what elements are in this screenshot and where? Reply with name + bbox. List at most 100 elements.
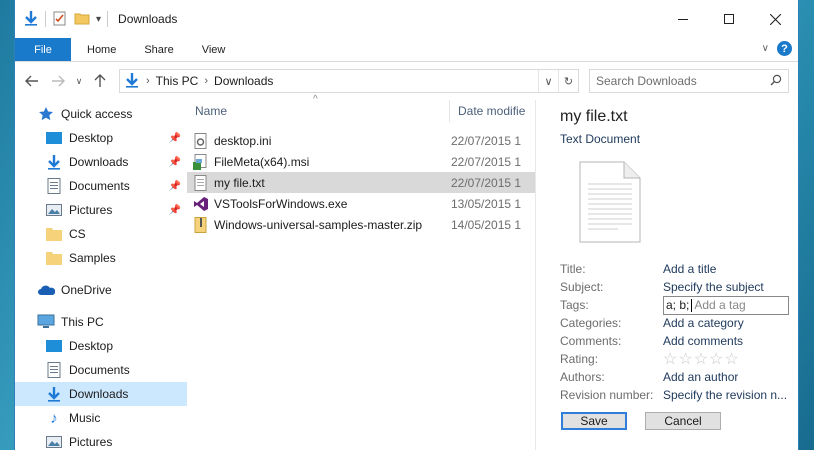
file-list: ^ Name Date modifie desktop.ini 22/07/20… (187, 94, 535, 450)
minimize-button[interactable] (660, 0, 706, 38)
nav-label: Downloads (69, 155, 129, 169)
desktop-folder-icon (45, 338, 63, 354)
recent-locations-button[interactable]: ∨ (73, 70, 85, 92)
cancel-button[interactable]: Cancel (645, 412, 721, 430)
address-dropdown-icon[interactable]: ∨ (538, 70, 558, 92)
nav-quick-samples[interactable]: Samples (15, 246, 187, 270)
search-input[interactable]: Search Downloads (589, 69, 789, 93)
file-name: desktop.ini (214, 133, 272, 148)
chevron-right-icon: › (146, 75, 150, 87)
chevron-right-icon: › (204, 75, 209, 87)
breadcrumb-this-pc[interactable]: This PC (156, 74, 199, 88)
forward-button[interactable] (47, 70, 69, 92)
file-row[interactable]: VSToolsForWindows.exe 13/05/2015 17 (187, 193, 535, 214)
file-name: my file.txt (214, 175, 265, 190)
nav-this-pc[interactable]: This PC (15, 310, 187, 334)
ribbon-right-controls: ∨ ? (762, 41, 792, 56)
save-button[interactable]: Save (561, 412, 627, 430)
column-name[interactable]: Name (187, 104, 449, 118)
nav-onedrive[interactable]: OneDrive (15, 278, 187, 302)
prop-title-value[interactable]: Add a title (663, 262, 716, 276)
prop-authors-value[interactable]: Add an author (663, 370, 738, 384)
expand-ribbon-icon[interactable]: ∨ (762, 43, 769, 54)
breadcrumb-downloads[interactable]: Downloads (214, 74, 273, 88)
downloads-location-icon (124, 72, 140, 91)
pin-icon[interactable]: 📌 (169, 157, 181, 168)
help-icon[interactable]: ? (777, 41, 792, 56)
pin-icon[interactable]: 📌 (169, 181, 181, 192)
details-pane: my file.txt Text Document Title: Add a t… (535, 100, 798, 450)
window-title: Downloads (118, 12, 178, 26)
file-row[interactable]: FileMeta(x64).msi 22/07/2015 10 (187, 151, 535, 172)
prop-revision-value[interactable]: Specify the revision n... (663, 388, 787, 402)
documents-folder-icon (45, 362, 63, 378)
tab-view[interactable]: View (188, 38, 240, 61)
ribbon-tabs: File Home Share View ∨ ? (15, 38, 798, 62)
nav-quick-desktop[interactable]: Desktop 📌 (15, 126, 187, 150)
folder-icon (45, 226, 63, 242)
file-row[interactable]: my file.txt 22/07/2015 10 (187, 172, 535, 193)
nav-pc-pictures[interactable]: Pictures (15, 430, 187, 450)
prop-authors: Authors: Add an author (560, 368, 798, 386)
up-button[interactable] (89, 70, 111, 92)
nav-quick-cs[interactable]: CS (15, 222, 187, 246)
rating-stars-icon[interactable]: ☆☆☆☆☆ (663, 349, 740, 369)
sort-ascending-icon: ^ (313, 94, 318, 105)
address-bar[interactable]: › This PC › Downloads ∨ ↻ (119, 69, 579, 93)
file-row[interactable]: Windows-universal-samples-master.zip 14/… (187, 214, 535, 235)
installer-icon (193, 153, 209, 170)
nav-label: Samples (69, 251, 116, 265)
new-folder-icon[interactable] (74, 10, 90, 29)
prop-rating: Rating: ☆☆☆☆☆ (560, 349, 798, 369)
downloads-arrow-icon[interactable] (23, 10, 39, 29)
properties-icon[interactable] (52, 10, 68, 29)
nav-pc-downloads[interactable]: Downloads (15, 382, 187, 406)
prop-comments-value[interactable]: Add comments (663, 334, 743, 348)
prop-label: Rating: (560, 352, 599, 366)
prop-label: Title: (560, 262, 586, 276)
title-bar: ▾ Downloads (15, 0, 798, 38)
prop-label: Authors: (560, 370, 605, 384)
maximize-button[interactable] (706, 0, 752, 38)
pictures-folder-icon (45, 202, 63, 218)
tags-input[interactable]: a; b; Add a tag (663, 295, 789, 315)
nav-quick-pictures[interactable]: Pictures 📌 (15, 198, 187, 222)
file-row[interactable]: desktop.ini 22/07/2015 10 (187, 130, 535, 151)
prop-subject-value[interactable]: Specify the subject (663, 280, 764, 294)
details-file-name: my file.txt (560, 108, 628, 125)
refresh-icon[interactable]: ↻ (558, 70, 578, 92)
nav-quick-downloads[interactable]: Downloads 📌 (15, 150, 187, 174)
column-date-modified[interactable]: Date modifie (449, 100, 529, 122)
address-tail: ∨ ↻ (538, 70, 578, 92)
nav-label: Documents (69, 363, 130, 377)
tab-home[interactable]: Home (71, 38, 130, 61)
settings-file-icon (193, 132, 209, 149)
nav-pc-documents[interactable]: Documents (15, 358, 187, 382)
file-date: 22/07/2015 10 (451, 154, 521, 169)
pin-icon[interactable]: 📌 (169, 133, 181, 144)
customize-toolbar-icon[interactable]: ▾ (96, 14, 101, 25)
nav-pc-music[interactable]: ♪ Music (15, 406, 187, 430)
close-button[interactable] (752, 0, 798, 38)
tags-value: a; b; (666, 298, 690, 312)
nav-pc-desktop[interactable]: Desktop (15, 334, 187, 358)
file-date: 22/07/2015 10 (451, 133, 521, 148)
prop-categories-value[interactable]: Add a category (663, 316, 744, 330)
pin-icon[interactable]: 📌 (169, 205, 181, 216)
music-icon: ♪ (50, 409, 58, 427)
downloads-folder-icon (45, 386, 63, 402)
back-button[interactable] (21, 70, 43, 92)
nav-quick-access[interactable]: Quick access (15, 102, 187, 126)
details-file-type: Text Document (560, 132, 641, 146)
nav-label: Desktop (69, 339, 114, 353)
nav-label: Pictures (69, 203, 113, 217)
address-row: ∨ › This PC › Downloads ∨ ↻ Search Downl… (15, 62, 798, 100)
tab-share[interactable]: Share (130, 38, 187, 61)
file-rows: desktop.ini 22/07/2015 10 FileMeta(x64).… (187, 130, 535, 235)
tab-file[interactable]: File (15, 38, 71, 61)
folder-icon (45, 250, 63, 266)
explorer-body: Quick access Desktop 📌 Downloads 📌 Docum… (15, 94, 798, 450)
nav-quick-documents[interactable]: Documents 📌 (15, 174, 187, 198)
file-name: Windows-universal-samples-master.zip (214, 217, 423, 232)
file-date: 14/05/2015 11 (451, 217, 521, 232)
